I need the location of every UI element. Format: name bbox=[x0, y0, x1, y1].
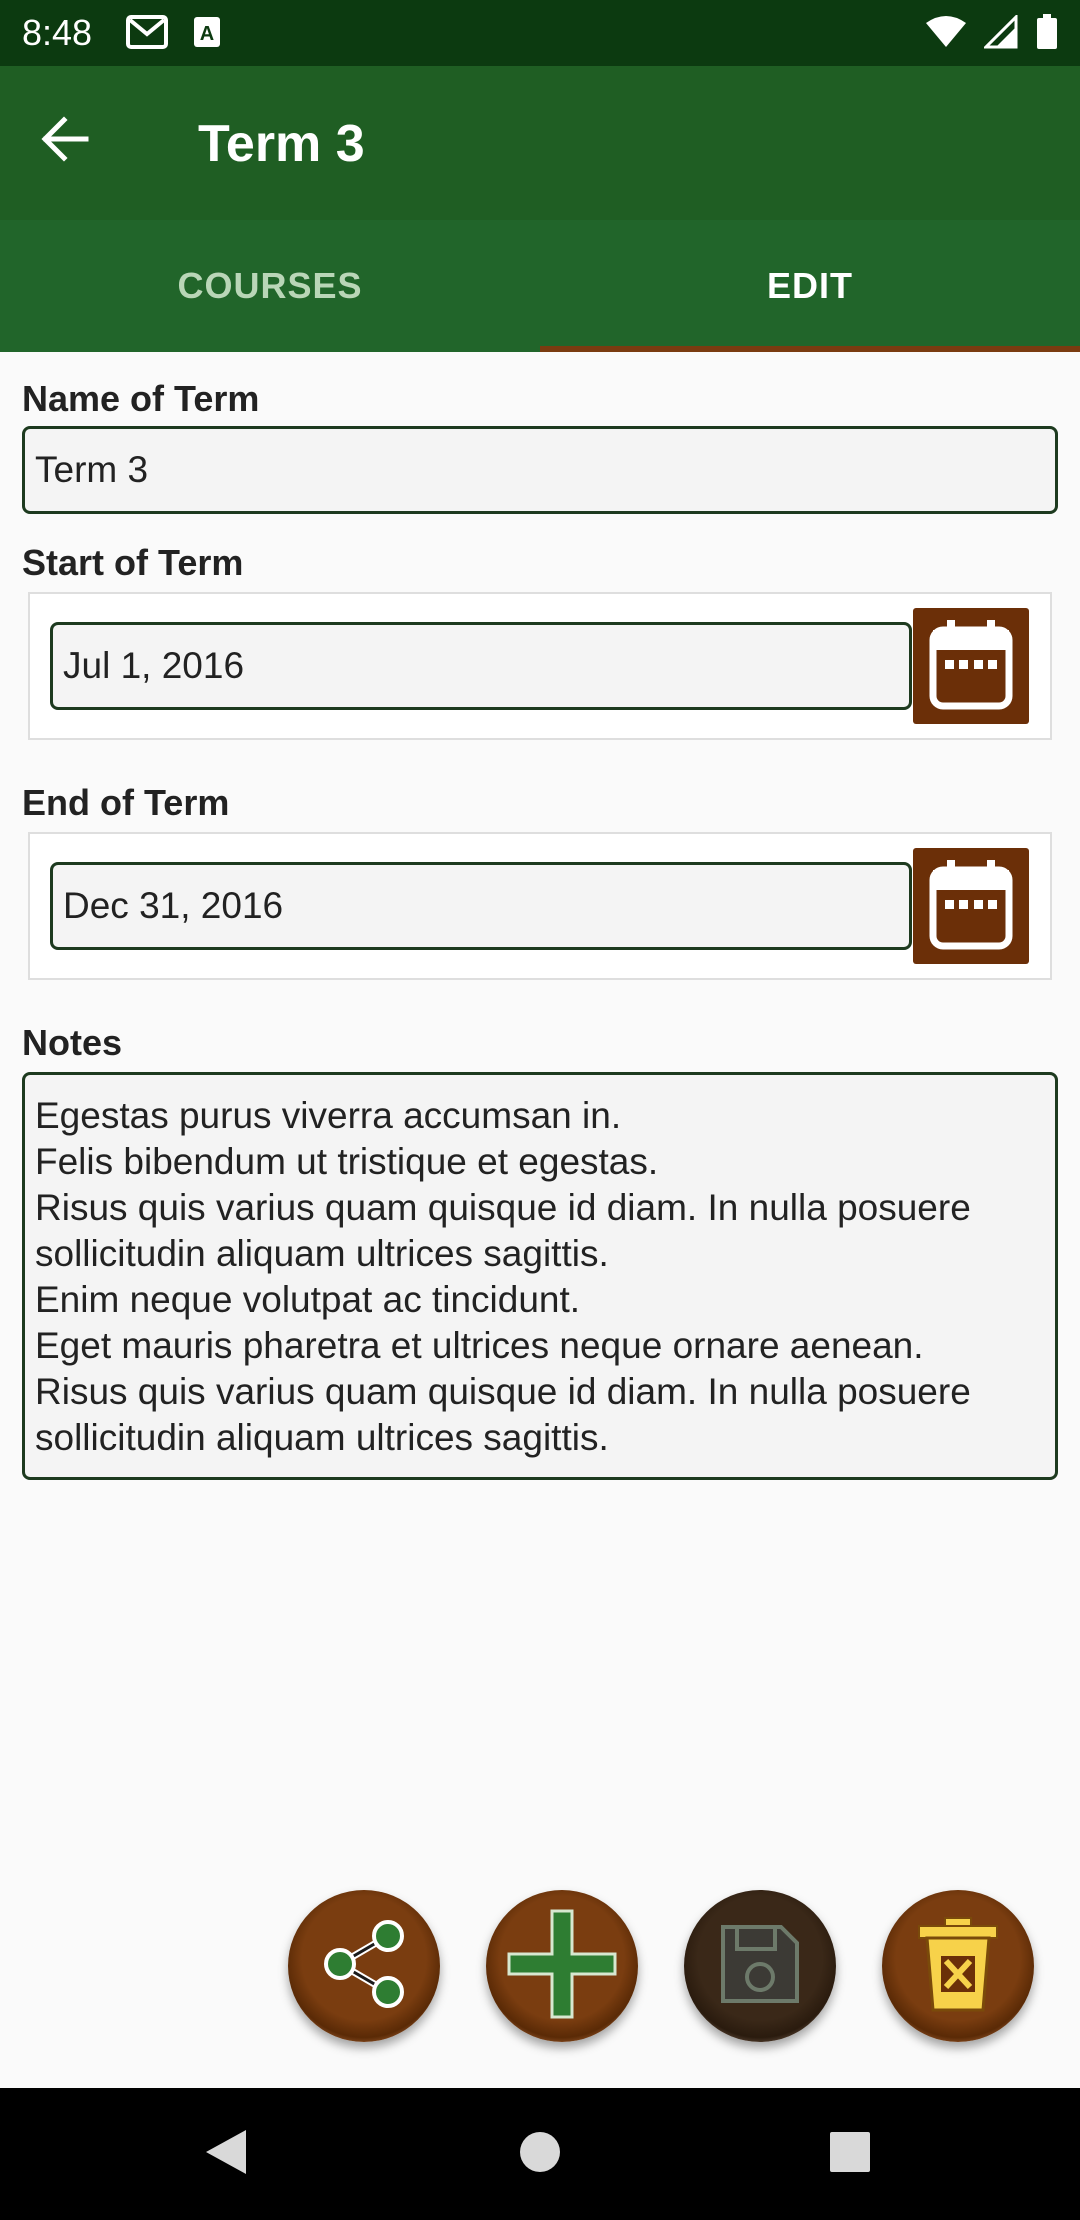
tab-edit[interactable]: EDIT bbox=[540, 220, 1080, 352]
notes-line: Risus quis varius quam quisque id diam. … bbox=[35, 1187, 971, 1228]
tab-courses-label: COURSES bbox=[177, 265, 363, 306]
notes-line: Egestas purus viverra accumsan in. bbox=[35, 1095, 622, 1136]
notes-label: Notes bbox=[22, 1022, 123, 1063]
home-circle-icon[interactable] bbox=[518, 2128, 562, 2181]
tab-indicator bbox=[540, 346, 1080, 352]
end-label: End of Term bbox=[22, 782, 230, 823]
page-title: Term 3 bbox=[198, 115, 365, 173]
svg-text:A: A bbox=[200, 23, 214, 45]
share-button[interactable] bbox=[288, 1890, 440, 2042]
name-field[interactable]: Term 3 bbox=[22, 426, 1058, 514]
share-icon bbox=[314, 1914, 414, 2019]
back-triangle-icon[interactable] bbox=[204, 2128, 248, 2181]
tab-bar: COURSES EDIT bbox=[0, 220, 1080, 352]
save-icon bbox=[715, 1919, 805, 2014]
battery-icon bbox=[1036, 14, 1058, 55]
signal-icon bbox=[982, 13, 1018, 54]
delete-button[interactable] bbox=[882, 1890, 1034, 2042]
start-date-value: Jul 1, 2016 bbox=[63, 645, 245, 686]
status-time: 8:48 bbox=[22, 12, 93, 53]
notes-line: Eget mauris pharetra et ultrices neque o… bbox=[35, 1325, 924, 1366]
tab-edit-label: EDIT bbox=[766, 265, 853, 306]
notes-line: sollicitudin aliquam ultrices sagittis. bbox=[35, 1417, 609, 1458]
start-date-field[interactable]: Jul 1, 2016 bbox=[50, 622, 912, 710]
notes-line: sollicitudin aliquam ultrices sagittis. bbox=[35, 1233, 609, 1274]
start-calendar-button[interactable] bbox=[913, 608, 1029, 724]
notes-line: Felis bibendum ut tristique et egestas. bbox=[35, 1141, 659, 1182]
gmail-icon bbox=[126, 14, 168, 55]
arrow-back-icon bbox=[40, 116, 90, 166]
a-notification-icon: A bbox=[192, 14, 222, 55]
start-label: Start of Term bbox=[22, 542, 244, 583]
notes-field[interactable]: Egestas purus viverra accumsan in. Felis… bbox=[22, 1072, 1058, 1480]
notes-line: Risus quis varius quam quisque id diam. … bbox=[35, 1371, 971, 1412]
name-value: Term 3 bbox=[35, 449, 149, 490]
app-bar: Term 3 bbox=[0, 66, 1080, 220]
system-nav-bar bbox=[0, 2088, 1080, 2220]
status-bar: 8:48 A bbox=[0, 0, 1080, 66]
end-date-value: Dec 31, 2016 bbox=[63, 885, 284, 926]
name-label: Name of Term bbox=[22, 378, 260, 419]
calendar-icon bbox=[929, 858, 1013, 955]
calendar-icon bbox=[929, 618, 1013, 715]
delete-icon bbox=[913, 1914, 1003, 2019]
tab-courses[interactable]: COURSES bbox=[0, 220, 540, 352]
end-calendar-button[interactable] bbox=[913, 848, 1029, 964]
end-date-field[interactable]: Dec 31, 2016 bbox=[50, 862, 912, 950]
save-button[interactable] bbox=[684, 1890, 836, 2042]
notes-line: Enim neque volutpat ac tincidunt. bbox=[35, 1279, 581, 1320]
add-icon bbox=[507, 1909, 617, 2024]
wifi-icon bbox=[926, 15, 966, 54]
back-button[interactable] bbox=[40, 116, 110, 172]
add-button[interactable] bbox=[486, 1890, 638, 2042]
recents-square-icon[interactable] bbox=[828, 2128, 872, 2181]
